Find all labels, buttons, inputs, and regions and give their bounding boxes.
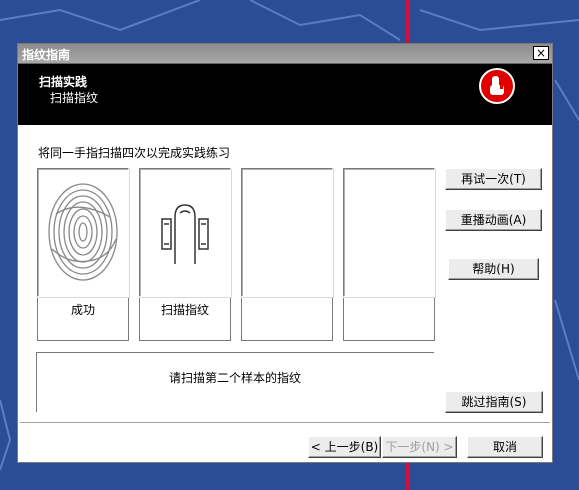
- fingerprint-guide-dialog: 指纹指南 × 扫描实践 扫描指纹 将同一手指扫描四次以完成实践练习 成功 扫描指…: [17, 43, 553, 463]
- sample-cell-1: [37, 168, 129, 297]
- retry-button[interactable]: 再试一次(T): [445, 168, 542, 190]
- skip-guide-button[interactable]: 跳过指南(S): [445, 391, 543, 413]
- sample-label-2: 扫描指纹: [139, 298, 231, 341]
- replay-animation-button[interactable]: 重播动画(A): [445, 209, 542, 231]
- header-subtitle: 扫描指纹: [50, 91, 99, 105]
- title-bar[interactable]: 指纹指南 ×: [18, 44, 552, 64]
- status-box: 请扫描第二个样本的指纹: [36, 352, 434, 412]
- status-message: 请扫描第二个样本的指纹: [169, 371, 302, 385]
- help-button[interactable]: 帮助(H): [448, 258, 539, 280]
- footer-separator: [20, 422, 550, 424]
- sample-label-4: [343, 298, 435, 341]
- instruction-text: 将同一手指扫描四次以完成实践练习: [38, 146, 231, 160]
- sample-cell-4: [343, 168, 435, 297]
- next-button: 下一步(N) >: [382, 436, 457, 458]
- fingerprint-icon: [48, 183, 118, 281]
- finger-scanner-icon: [161, 204, 209, 264]
- sample-label-1: 成功: [37, 298, 129, 341]
- cancel-button[interactable]: 取消: [467, 436, 543, 458]
- header-band: 扫描实践 扫描指纹: [18, 64, 552, 125]
- header-title: 扫描实践: [39, 75, 88, 89]
- sample-cell-3: [241, 168, 333, 297]
- window-title: 指纹指南: [22, 48, 71, 62]
- back-button[interactable]: < 上一步(B): [308, 436, 381, 458]
- sample-cell-2: [139, 168, 231, 297]
- close-button[interactable]: ×: [533, 46, 549, 60]
- sample-label-3: [241, 298, 333, 341]
- fingerprint-logo-icon: [479, 68, 515, 104]
